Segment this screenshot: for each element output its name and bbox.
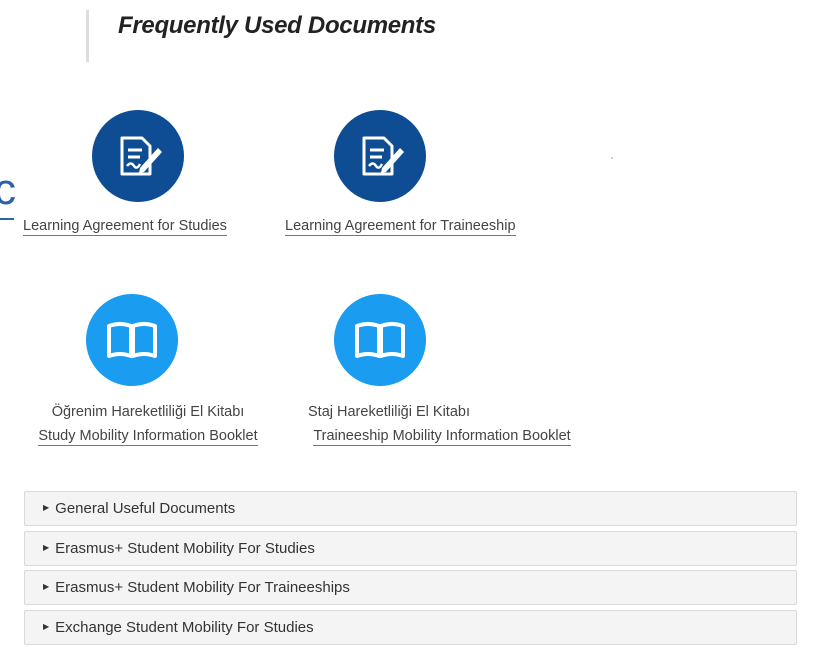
doc-link-label-line2[interactable]: Study Mobility Information Booklet	[38, 428, 258, 446]
caret-right-icon: ▶	[43, 622, 50, 632]
caret-right-icon: ▶	[43, 543, 50, 553]
accordion-exchange-studies[interactable]: ▶ Exchange Student Mobility For Studies	[24, 610, 797, 645]
document-edit-icon	[92, 110, 184, 202]
accordion-general-useful-documents[interactable]: ▶ General Useful Documents	[24, 491, 797, 526]
stray-dot	[611, 157, 613, 159]
caret-right-icon: ▶	[43, 503, 50, 513]
clipped-text-fragment: c	[0, 165, 16, 214]
accordion-erasmus-traineeships[interactable]: ▶ Erasmus+ Student Mobility For Traineesh…	[24, 570, 797, 605]
open-book-icon	[334, 294, 426, 386]
doc-link-label-line1[interactable]: Öğrenim Hareketliliği El Kitabı	[52, 404, 245, 421]
doc-traineeship-mobility-booklet[interactable]: Staj Hareketliliği El Kitabı Traineeship…	[294, 294, 590, 448]
accordion-label: Exchange Student Mobility For Studies	[55, 619, 314, 636]
document-edit-icon	[334, 110, 426, 202]
doc-link-label[interactable]: Learning Agreement for Traineeship	[285, 218, 516, 236]
accordion-erasmus-studies[interactable]: ▶ Erasmus+ Student Mobility For Studies	[24, 531, 797, 566]
title-accent-bar	[86, 10, 89, 62]
doc-learning-agreement-studies[interactable]: Learning Agreement for Studies	[20, 110, 256, 238]
doc-learning-agreement-traineeship[interactable]: Learning Agreement for Traineeship	[282, 110, 544, 238]
doc-link-label-line2[interactable]: Traineeship Mobility Information Booklet	[313, 428, 571, 446]
accordion-label: Erasmus+ Student Mobility For Studies	[55, 540, 315, 557]
doc-study-mobility-booklet[interactable]: Öğrenim Hareketliliği El Kitabı Study Mo…	[20, 294, 276, 448]
doc-link-label-line1[interactable]: Staj Hareketliliği El Kitabı	[308, 404, 470, 421]
clipped-underline	[0, 218, 14, 220]
open-book-icon	[86, 294, 178, 386]
caret-right-icon: ▶	[43, 582, 50, 592]
accordion-label: General Useful Documents	[55, 500, 236, 517]
accordion-label: Erasmus+ Student Mobility For Traineeshi…	[55, 579, 350, 596]
doc-link-label[interactable]: Learning Agreement for Studies	[23, 218, 227, 236]
section-title: Frequently Used Documents	[118, 12, 436, 39]
